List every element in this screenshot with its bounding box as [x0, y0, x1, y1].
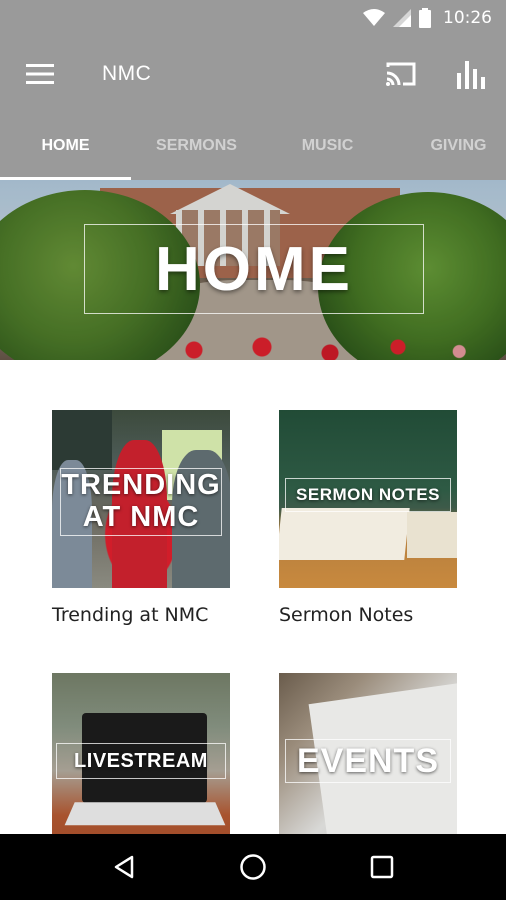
back-icon[interactable] [94, 837, 154, 897]
hero-banner: HOME [0, 180, 506, 360]
livestream-photo-keyboard [64, 802, 226, 826]
tab-bar: HOME SERMONS MUSIC GIVING [0, 112, 506, 180]
trending-thumbnail[interactable]: TRENDING AT NMC [52, 410, 230, 588]
trending-caption[interactable]: Trending at NMC [52, 604, 230, 626]
tab-music[interactable]: MUSIC [262, 112, 393, 180]
cell-signal-icon [393, 9, 411, 27]
card-sermon-notes[interactable]: SERMON NOTES Sermon Notes [279, 410, 457, 626]
app-title: NMC [102, 62, 152, 85]
system-nav-bar [0, 834, 506, 900]
trending-photo-board [52, 410, 112, 470]
card-trending[interactable]: TRENDING AT NMC Trending at NMC [52, 410, 230, 626]
wifi-icon [363, 9, 385, 27]
tab-home[interactable]: HOME [0, 112, 131, 180]
events-label: EVENTS [296, 741, 440, 780]
home-icon[interactable] [223, 837, 283, 897]
sermon-notes-thumbnail[interactable]: SERMON NOTES [279, 410, 457, 588]
livestream-label: LIVESTREAM [74, 749, 208, 772]
sermon-photo-notes [407, 512, 457, 558]
tile-grid: TRENDING AT NMC Trending at NMC SERMON N… [0, 360, 506, 851]
trending-label-line1: TRENDING [61, 468, 221, 501]
hamburger-menu-icon[interactable] [0, 36, 80, 112]
sermon-photo-bible [279, 508, 410, 560]
cast-icon[interactable] [366, 36, 436, 112]
hero-title: HOME [155, 234, 353, 304]
status-time: 10:26 [443, 8, 492, 28]
app-bar: NMC [0, 36, 506, 112]
sermon-label: SERMON NOTES [296, 485, 440, 504]
app-actions [366, 36, 506, 112]
tab-giving[interactable]: GIVING [393, 112, 506, 180]
trending-label-line2: AT NMC [82, 500, 200, 533]
sermon-notes-caption[interactable]: Sermon Notes [279, 604, 457, 626]
tab-sermons[interactable]: SERMONS [131, 112, 262, 180]
livestream-thumbnail[interactable]: LIVESTREAM [52, 673, 230, 851]
events-thumbnail[interactable]: EVENTS [279, 673, 457, 851]
recents-icon[interactable] [352, 837, 412, 897]
status-bar: 10:26 [0, 0, 506, 36]
battery-icon [419, 8, 431, 28]
equalizer-icon[interactable] [436, 36, 506, 112]
